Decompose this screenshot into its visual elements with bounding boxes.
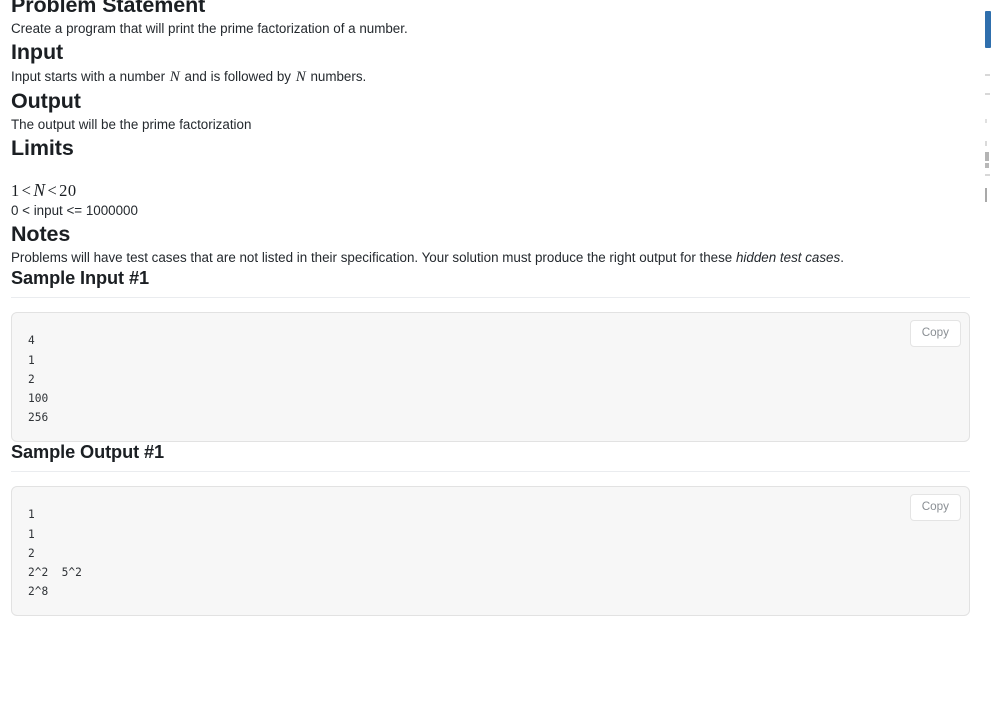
limits-heading: Limits — [11, 136, 74, 161]
problem-page: Problem Statement Create a program that … — [0, 0, 993, 720]
problem-statement-heading: Problem Statement — [11, 0, 206, 17]
input-heading: Input — [11, 39, 64, 64]
sample-input-code: 4 1 2 100 256 — [28, 334, 49, 425]
output-text: The output will be the prime factorizati… — [11, 117, 252, 133]
limits-upper-bound: 20 — [59, 181, 77, 201]
input-text: Input starts with a number N and is foll… — [11, 66, 970, 89]
limits-math-expression: 1 < N <20 — [11, 180, 970, 201]
input-text-part3: numbers. — [306, 68, 367, 84]
sample-output-copy-button[interactable]: Copy — [909, 494, 961, 522]
sample-output-code-block: 1 1 2 2^2 5^2 2^8 Copy — [11, 486, 970, 617]
clipped-fragment — [985, 174, 990, 176]
sample-input-copy-button[interactable]: Copy — [909, 320, 961, 348]
notes-emphasis: hidden test cases — [735, 250, 841, 266]
limits-input-range-text: 0 < input <= 1000000 — [11, 203, 138, 219]
limits-operator-1: < — [21, 181, 32, 201]
notes-text: Problems will have test cases that are n… — [11, 248, 970, 268]
clipped-fragment — [985, 119, 987, 123]
notes-text-part1: Problems will have test cases that are n… — [11, 250, 736, 266]
output-heading: Output — [11, 89, 81, 114]
input-var-n-first: N — [169, 68, 180, 85]
clipped-fragment — [985, 163, 989, 168]
input-text-part1: Input starts with a number — [11, 68, 169, 84]
sample-input-heading: Sample Input #1 — [11, 268, 970, 299]
sample-input-code-block: 4 1 2 100 256 Copy — [11, 312, 970, 443]
clipped-fragment — [985, 152, 989, 161]
input-var-n-second: N — [295, 68, 306, 85]
clipped-fragment — [985, 74, 990, 76]
limits-variable-n: N — [33, 180, 46, 201]
limits-operator-2: < — [47, 181, 58, 201]
notes-text-part2: . — [840, 250, 844, 266]
input-text-part2: and is followed by — [180, 68, 295, 84]
limits-lower-bound: 1 — [11, 181, 20, 201]
right-edge-clipped-panel — [983, 0, 993, 720]
problem-statement-text: Create a program that will print the pri… — [11, 20, 408, 36]
page-scrollbar-thumb[interactable] — [985, 11, 991, 48]
sample-output-heading: Sample Output #1 — [11, 442, 970, 473]
clipped-fragment — [985, 141, 987, 146]
clipped-fragment — [985, 188, 987, 202]
notes-heading: Notes — [11, 222, 71, 247]
problem-content: Problem Statement Create a program that … — [11, 0, 970, 617]
clipped-fragment — [985, 93, 990, 95]
sample-output-code: 1 1 2 2^2 5^2 2^8 — [28, 508, 82, 599]
